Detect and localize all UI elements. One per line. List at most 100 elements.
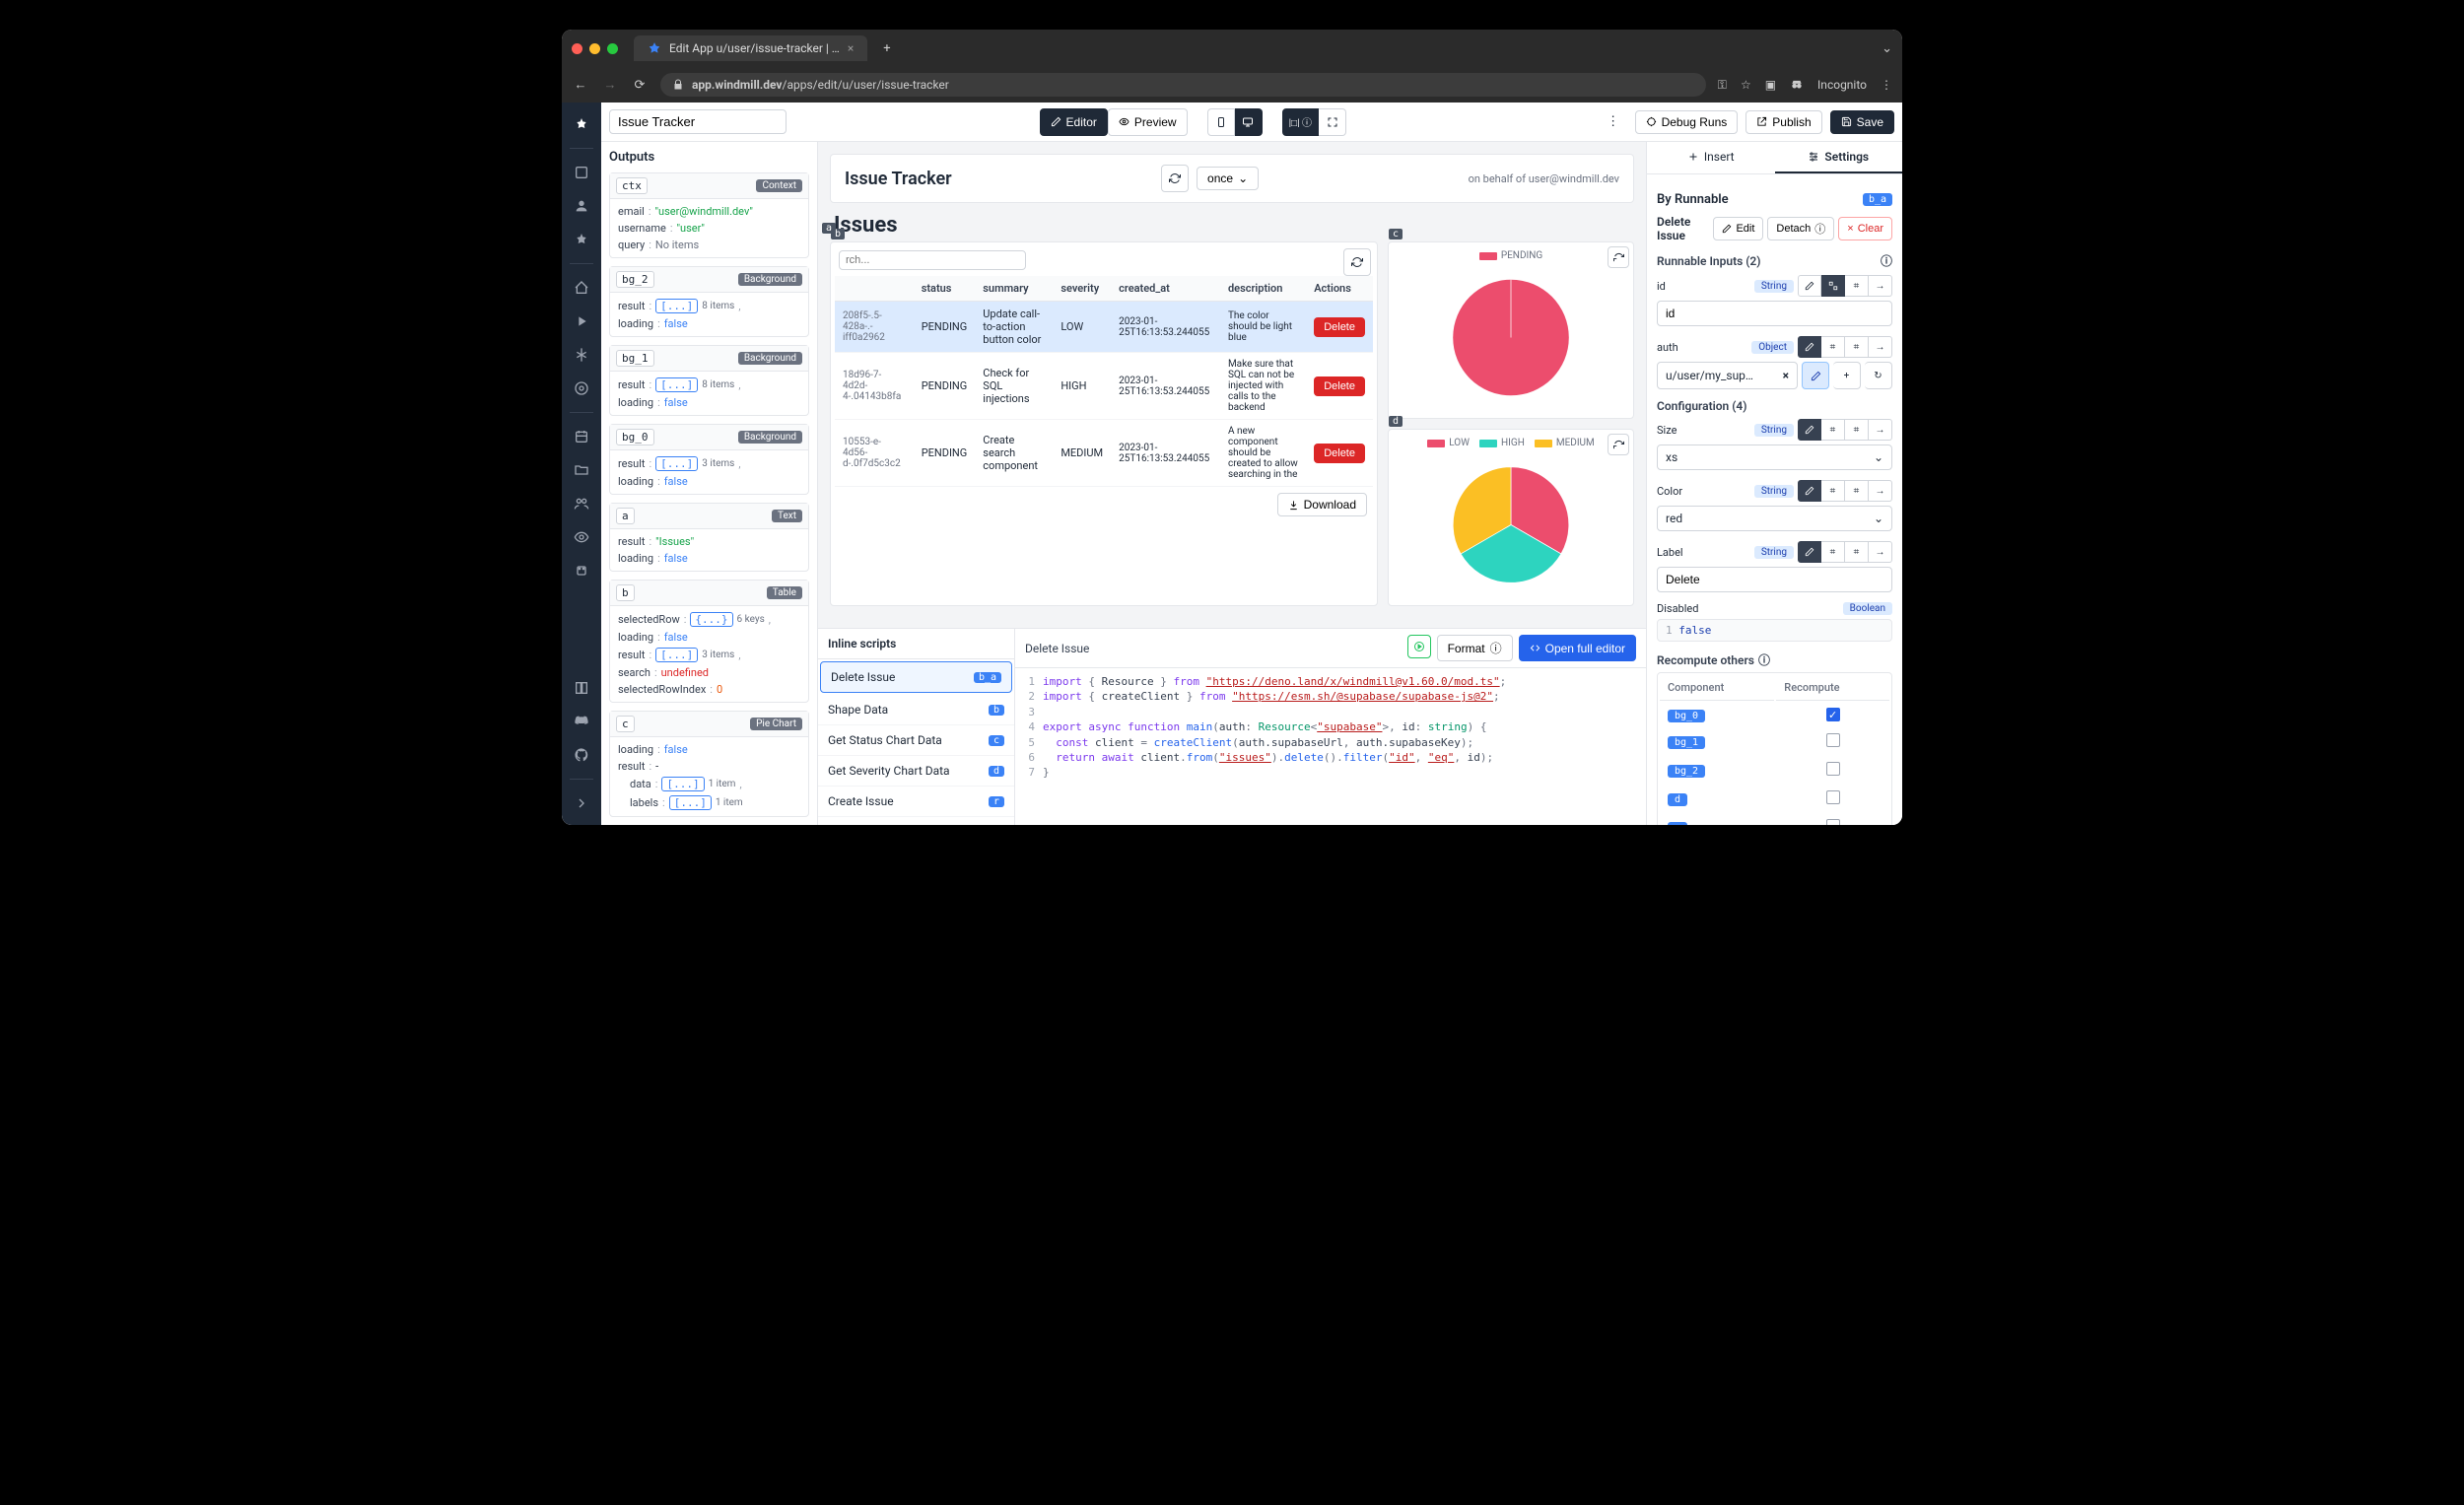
code-editor[interactable]: 1import { Resource } from "https://deno.… — [1015, 668, 1646, 825]
db-icon[interactable]: ⌗ — [1845, 336, 1869, 358]
run-script-icon[interactable] — [1407, 635, 1431, 658]
script-item[interactable]: Delete Issueb_a — [820, 661, 1012, 693]
arrow-icon[interactable]: → — [1869, 275, 1892, 297]
output-block-a[interactable]: aText result : "Issues" loading : false — [609, 503, 809, 572]
publish-button[interactable]: Publish — [1745, 110, 1821, 134]
user-icon[interactable] — [568, 192, 595, 220]
open-full-editor-button[interactable]: Open full editor — [1519, 635, 1636, 661]
refresh-chart-icon[interactable] — [1608, 246, 1629, 268]
table-header[interactable]: created_at — [1111, 276, 1220, 302]
add-resource-icon[interactable]: + — [1833, 362, 1861, 389]
desktop-view-icon[interactable] — [1235, 108, 1263, 136]
recompute-checkbox[interactable] — [1826, 819, 1840, 825]
delete-row-button[interactable]: Delete — [1314, 444, 1365, 463]
panel-icon[interactable]: ▣ — [1765, 78, 1776, 92]
detach-runnable-button[interactable]: Detach ⓘ — [1767, 217, 1834, 240]
refresh-table-icon[interactable] — [1343, 248, 1371, 276]
book-icon[interactable] — [568, 674, 595, 702]
output-block-bg1[interactable]: bg_1Background result : [...] 8 items , … — [609, 345, 809, 416]
db-icon[interactable]: ⌗ — [1845, 541, 1869, 563]
table-header[interactable]: description — [1220, 276, 1306, 302]
arrow-icon[interactable]: → — [1869, 419, 1892, 441]
script-item[interactable]: Get Status Chart Datac — [818, 725, 1014, 756]
mobile-view-icon[interactable] — [1207, 108, 1235, 136]
bookmark-icon[interactable]: ☆ — [1741, 78, 1751, 92]
pen-icon[interactable] — [1798, 419, 1821, 441]
pen-icon[interactable] — [1798, 541, 1821, 563]
expand-rail-icon[interactable] — [568, 789, 595, 817]
resources-icon[interactable] — [568, 375, 595, 402]
menu-icon[interactable]: ⋮ — [1881, 78, 1892, 92]
run-mode-select[interactable]: once ⌄ — [1197, 167, 1259, 190]
close-window-icon[interactable] — [572, 43, 582, 54]
output-block-bg0[interactable]: bg_0Background result : [...] 3 items , … — [609, 424, 809, 495]
width-toggle[interactable]: |□| ⓘ — [1282, 108, 1319, 136]
runs-icon[interactable] — [568, 308, 595, 335]
pen-icon[interactable] — [1798, 480, 1821, 502]
reload-button[interactable]: ⟳ — [631, 78, 649, 93]
delete-row-button[interactable]: Delete — [1314, 376, 1365, 396]
script-item[interactable]: Create Issuer — [818, 787, 1014, 817]
table-header[interactable]: severity — [1053, 276, 1111, 302]
variables-icon[interactable] — [568, 341, 595, 369]
refresh-chart-icon[interactable] — [1608, 434, 1629, 455]
close-icon[interactable]: × — [1783, 369, 1789, 382]
recompute-checkbox[interactable]: ✓ — [1826, 708, 1840, 721]
address-bar[interactable]: app.windmill.dev/apps/edit/u/user/issue-… — [660, 73, 1706, 97]
chevron-down-icon[interactable]: ⌄ — [1882, 41, 1892, 56]
db-icon[interactable]: ⌗ — [1845, 419, 1869, 441]
discord-icon[interactable] — [568, 708, 595, 735]
save-button[interactable]: Save — [1830, 110, 1894, 134]
table-search-input[interactable] — [839, 250, 1026, 270]
app-title-input[interactable] — [609, 109, 787, 134]
delete-row-button[interactable]: Delete — [1314, 317, 1365, 337]
link-icon[interactable]: ⌗ — [1821, 419, 1845, 441]
windmill-logo-icon[interactable] — [568, 110, 595, 138]
color-select[interactable]: red⌄ — [1657, 506, 1892, 531]
table-component[interactable]: b statussummaryseveritycreated_atdescrip… — [830, 241, 1378, 606]
label-input[interactable] — [1657, 567, 1892, 592]
auth-input[interactable]: u/user/my_sup…× — [1657, 362, 1798, 389]
arrow-icon[interactable]: → — [1869, 480, 1892, 502]
table-header[interactable]: summary — [975, 276, 1053, 302]
key-icon[interactable]: ⚿ — [1718, 78, 1727, 93]
link-icon[interactable]: ⌗ — [1821, 336, 1845, 358]
clear-runnable-button[interactable]: × Clear — [1838, 217, 1892, 240]
table-row[interactable]: 10553-e-4d56-d-.0f7d5c3c2PENDINGCreate s… — [835, 420, 1373, 487]
id-input[interactable] — [1657, 301, 1892, 326]
size-select[interactable]: xs⌄ — [1657, 445, 1892, 470]
link-icon[interactable]: ⌗ — [1821, 480, 1845, 502]
script-item[interactable]: Get Severity Chart Datad — [818, 756, 1014, 787]
eye-icon[interactable] — [568, 523, 595, 551]
workspace-icon[interactable] — [568, 159, 595, 186]
db-icon[interactable]: ⌗ — [1845, 480, 1869, 502]
arrow-icon[interactable]: → — [1869, 336, 1892, 358]
recompute-checkbox[interactable] — [1826, 790, 1840, 804]
maximize-window-icon[interactable] — [607, 43, 618, 54]
recompute-checkbox[interactable] — [1826, 733, 1840, 747]
editor-tab[interactable]: Editor — [1040, 108, 1108, 136]
download-button[interactable]: Download — [1277, 493, 1367, 516]
github-icon[interactable] — [568, 741, 595, 769]
folder-icon[interactable] — [568, 456, 595, 484]
table-header[interactable]: status — [914, 276, 976, 302]
browser-tab[interactable]: Edit App u/user/issue-tracker | … × — [634, 35, 867, 61]
preview-tab[interactable]: Preview — [1108, 108, 1188, 136]
close-tab-icon[interactable]: × — [848, 41, 854, 55]
new-tab-button[interactable]: + — [875, 37, 898, 60]
groups-icon[interactable] — [568, 490, 595, 517]
output-block-bg2[interactable]: bg_2Background result : [...] 8 items , … — [609, 266, 809, 337]
refresh-all-icon[interactable] — [1161, 165, 1189, 192]
star-icon[interactable] — [568, 226, 595, 253]
schedules-icon[interactable] — [568, 423, 595, 450]
forward-button[interactable]: → — [601, 77, 619, 93]
info-icon[interactable]: ⓘ — [1758, 651, 1770, 668]
format-button[interactable]: Format ⓘ — [1437, 635, 1513, 661]
pen-icon[interactable] — [1798, 336, 1821, 358]
pen-icon[interactable] — [1798, 275, 1821, 297]
output-block-c[interactable]: cPie Chart loading : false result : - da… — [609, 711, 809, 817]
severity-chart[interactable]: d LOWHIGHMEDIUM — [1388, 429, 1634, 606]
table-header[interactable]: Actions — [1306, 276, 1373, 302]
fullscreen-icon[interactable] — [1319, 108, 1346, 136]
debug-runs-button[interactable]: Debug Runs — [1635, 110, 1739, 134]
